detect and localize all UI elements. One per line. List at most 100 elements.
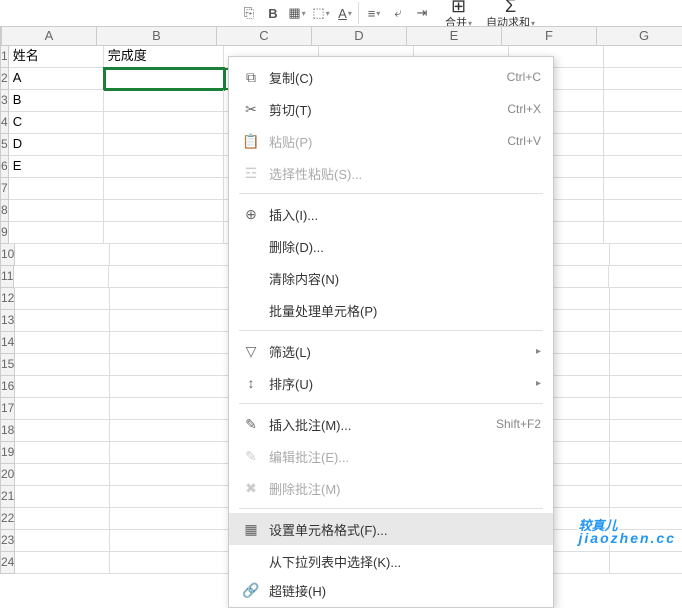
row-header[interactable]: 4 bbox=[0, 112, 9, 134]
ctx-delete[interactable]: 删除(D)... bbox=[229, 230, 553, 262]
row-header[interactable]: 8 bbox=[0, 200, 9, 222]
cell[interactable] bbox=[604, 134, 682, 156]
cell[interactable] bbox=[604, 112, 682, 134]
row-header[interactable]: 5 bbox=[0, 134, 9, 156]
col-header[interactable]: E bbox=[407, 26, 502, 46]
col-header[interactable]: D bbox=[312, 26, 407, 46]
cell[interactable] bbox=[604, 68, 682, 90]
row-header[interactable]: 23 bbox=[0, 530, 15, 552]
row-header[interactable]: 6 bbox=[0, 156, 9, 178]
cell[interactable] bbox=[110, 244, 230, 266]
cell[interactable] bbox=[610, 552, 682, 574]
cell[interactable]: 姓名 bbox=[9, 46, 104, 68]
cell[interactable] bbox=[104, 134, 224, 156]
cell[interactable] bbox=[15, 420, 110, 442]
cell[interactable] bbox=[15, 552, 110, 574]
ctx-batch[interactable]: 批量处理单元格(P) bbox=[229, 294, 553, 326]
ctx-format-cells[interactable]: ▦ 设置单元格格式(F)... bbox=[229, 513, 553, 545]
cell[interactable] bbox=[15, 464, 110, 486]
cell[interactable] bbox=[610, 310, 682, 332]
indent-icon[interactable]: ⇥ bbox=[411, 2, 433, 24]
cell[interactable]: D bbox=[9, 134, 104, 156]
row-header[interactable]: 10 bbox=[0, 244, 15, 266]
row-header[interactable]: 11 bbox=[0, 266, 14, 288]
ctx-cut[interactable]: ✂ 剪切(T) Ctrl+X bbox=[229, 93, 553, 125]
ctx-hyperlink[interactable]: 🔗 超链接(H) bbox=[229, 577, 553, 603]
row-header[interactable]: 7 bbox=[0, 178, 9, 200]
cell[interactable] bbox=[15, 288, 110, 310]
cell[interactable] bbox=[15, 376, 110, 398]
cell[interactable]: B bbox=[9, 90, 104, 112]
cell[interactable] bbox=[110, 376, 230, 398]
cell[interactable] bbox=[15, 442, 110, 464]
cell[interactable] bbox=[610, 288, 682, 310]
cell[interactable] bbox=[610, 442, 682, 464]
cell[interactable]: 完成度 bbox=[104, 46, 224, 68]
row-header[interactable]: 22 bbox=[0, 508, 15, 530]
ctx-dropdown-select[interactable]: 从下拉列表中选择(K)... bbox=[229, 545, 553, 577]
align-icon[interactable]: ≡ bbox=[363, 2, 385, 24]
wrap-text-icon[interactable]: ⤶ bbox=[387, 2, 409, 24]
col-header[interactable]: B bbox=[97, 26, 217, 46]
cell[interactable] bbox=[15, 398, 110, 420]
col-header[interactable]: C bbox=[217, 26, 312, 46]
cell[interactable] bbox=[110, 310, 230, 332]
cell[interactable] bbox=[610, 464, 682, 486]
ctx-sort[interactable]: ↕ 排序(U) ▸ bbox=[229, 367, 553, 399]
ctx-clear[interactable]: 清除内容(N) bbox=[229, 262, 553, 294]
cell[interactable] bbox=[110, 442, 230, 464]
cell[interactable] bbox=[604, 156, 682, 178]
format-painter-icon[interactable]: ⎘ bbox=[238, 2, 260, 24]
cell[interactable] bbox=[15, 244, 110, 266]
row-header[interactable]: 17 bbox=[0, 398, 15, 420]
cell[interactable] bbox=[609, 266, 682, 288]
cell[interactable] bbox=[14, 266, 109, 288]
cell[interactable] bbox=[104, 90, 224, 112]
cell[interactable] bbox=[604, 200, 682, 222]
row-header[interactable]: 13 bbox=[0, 310, 15, 332]
ctx-insert[interactable]: ⊕ 插入(I)... bbox=[229, 198, 553, 230]
row-header[interactable]: 15 bbox=[0, 354, 15, 376]
cell[interactable] bbox=[15, 508, 110, 530]
cell[interactable] bbox=[9, 222, 104, 244]
cell[interactable] bbox=[110, 420, 230, 442]
bold-icon[interactable]: B bbox=[262, 2, 284, 24]
cell[interactable]: E bbox=[9, 156, 104, 178]
fill-color-icon[interactable]: ⬚ bbox=[310, 2, 332, 24]
row-header[interactable]: 3 bbox=[0, 90, 9, 112]
row-header[interactable]: 2 bbox=[0, 68, 9, 90]
cell[interactable] bbox=[15, 530, 110, 552]
cell[interactable] bbox=[110, 464, 230, 486]
cell[interactable] bbox=[104, 222, 224, 244]
row-header[interactable]: 24 bbox=[0, 552, 15, 574]
cell[interactable] bbox=[610, 332, 682, 354]
cell[interactable]: C bbox=[9, 112, 104, 134]
cell[interactable] bbox=[110, 354, 230, 376]
row-header[interactable]: 21 bbox=[0, 486, 15, 508]
row-header[interactable]: 19 bbox=[0, 442, 15, 464]
col-header[interactable]: A bbox=[2, 26, 97, 46]
ctx-insert-comment[interactable]: ✎ 插入批注(M)... Shift+F2 bbox=[229, 408, 553, 440]
cell[interactable] bbox=[110, 508, 230, 530]
cell[interactable] bbox=[104, 178, 224, 200]
cell[interactable] bbox=[110, 398, 230, 420]
cell[interactable] bbox=[610, 420, 682, 442]
cell[interactable]: A bbox=[9, 68, 104, 90]
cell[interactable] bbox=[104, 200, 224, 222]
col-header[interactable]: G bbox=[597, 26, 682, 46]
row-header[interactable]: 1 bbox=[0, 46, 9, 68]
cell[interactable] bbox=[15, 332, 110, 354]
cell[interactable] bbox=[104, 68, 224, 90]
cell[interactable] bbox=[610, 398, 682, 420]
cell[interactable] bbox=[610, 244, 682, 266]
cell[interactable] bbox=[110, 288, 230, 310]
cell[interactable] bbox=[604, 46, 682, 68]
col-header[interactable]: F bbox=[502, 26, 597, 46]
cell[interactable] bbox=[610, 376, 682, 398]
row-header[interactable]: 18 bbox=[0, 420, 15, 442]
cell[interactable] bbox=[110, 332, 230, 354]
cell[interactable] bbox=[110, 552, 230, 574]
row-header[interactable]: 14 bbox=[0, 332, 15, 354]
row-header[interactable]: 16 bbox=[0, 376, 15, 398]
cell[interactable] bbox=[104, 156, 224, 178]
